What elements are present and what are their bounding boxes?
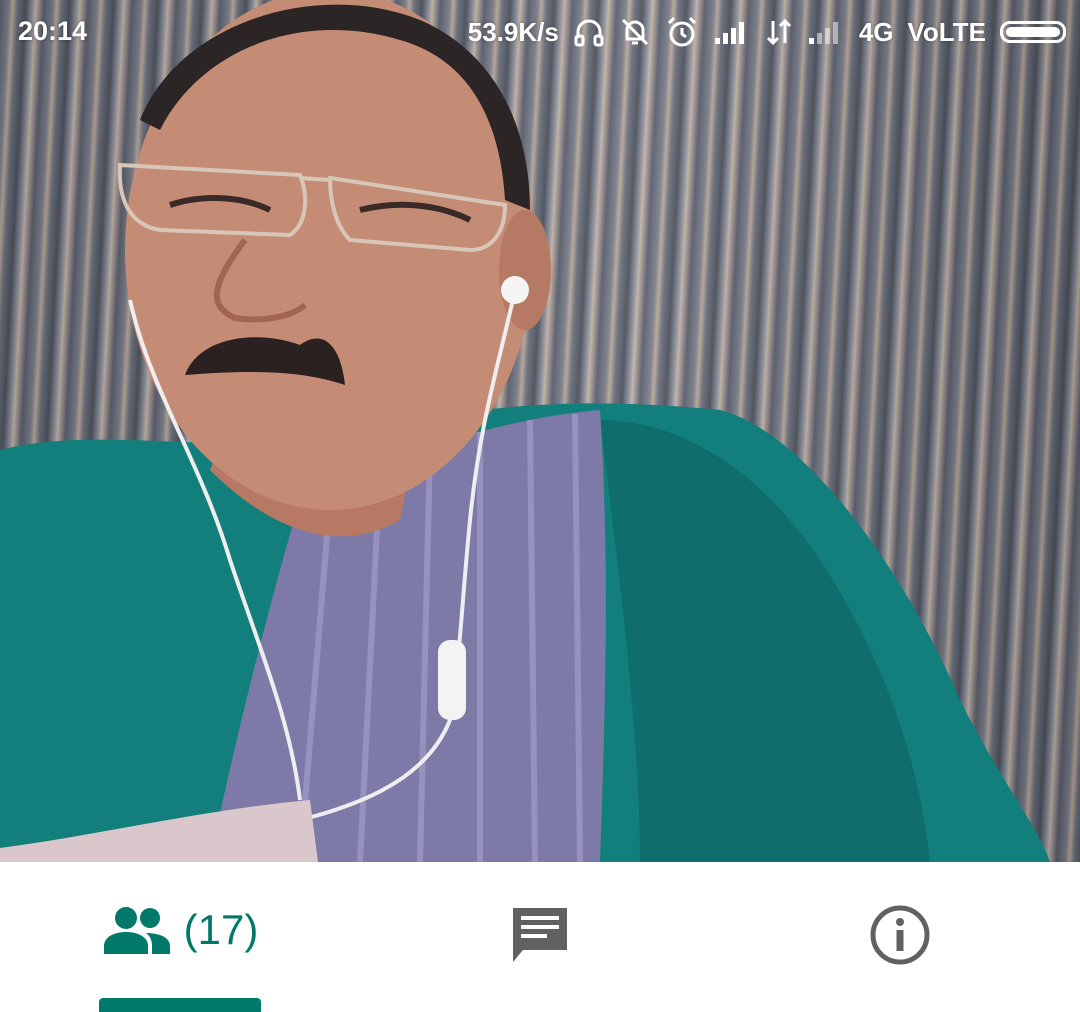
tab-people[interactable]: (17)	[0, 862, 360, 1008]
participant-count: (17)	[183, 906, 259, 953]
earbud	[501, 276, 529, 304]
network-speed: 53.9K/s	[467, 16, 559, 47]
volte-label: VoLTE	[907, 16, 986, 47]
notifications-off-icon	[621, 18, 648, 46]
data-transfer-icon	[766, 18, 791, 46]
tab-info[interactable]	[720, 862, 1080, 1008]
participant-video[interactable]	[0, 0, 1080, 862]
bottom-tab-bar: (17)	[0, 862, 1080, 1012]
status-right-group: 53.9K/s 4G VoLTE	[468, 12, 1066, 52]
info-icon	[870, 905, 930, 965]
people-icon	[103, 907, 170, 954]
signal-weak-icon	[808, 22, 838, 44]
battery-icon	[1000, 21, 1066, 43]
participant-figure	[0, 0, 1050, 862]
ear	[499, 210, 551, 330]
earphone-remote	[438, 640, 466, 720]
signal-icon	[714, 22, 744, 44]
status-time: 20:14	[18, 16, 88, 46]
headset-icon	[574, 19, 604, 47]
network-type: 4G	[858, 16, 894, 47]
tab-chat[interactable]	[360, 862, 720, 1008]
active-tab-indicator	[99, 998, 261, 1012]
status-bar: 20:14 53.9K/s 4G VoLTE	[0, 0, 1080, 64]
alarm-icon	[667, 16, 696, 47]
chat-icon	[513, 908, 567, 962]
